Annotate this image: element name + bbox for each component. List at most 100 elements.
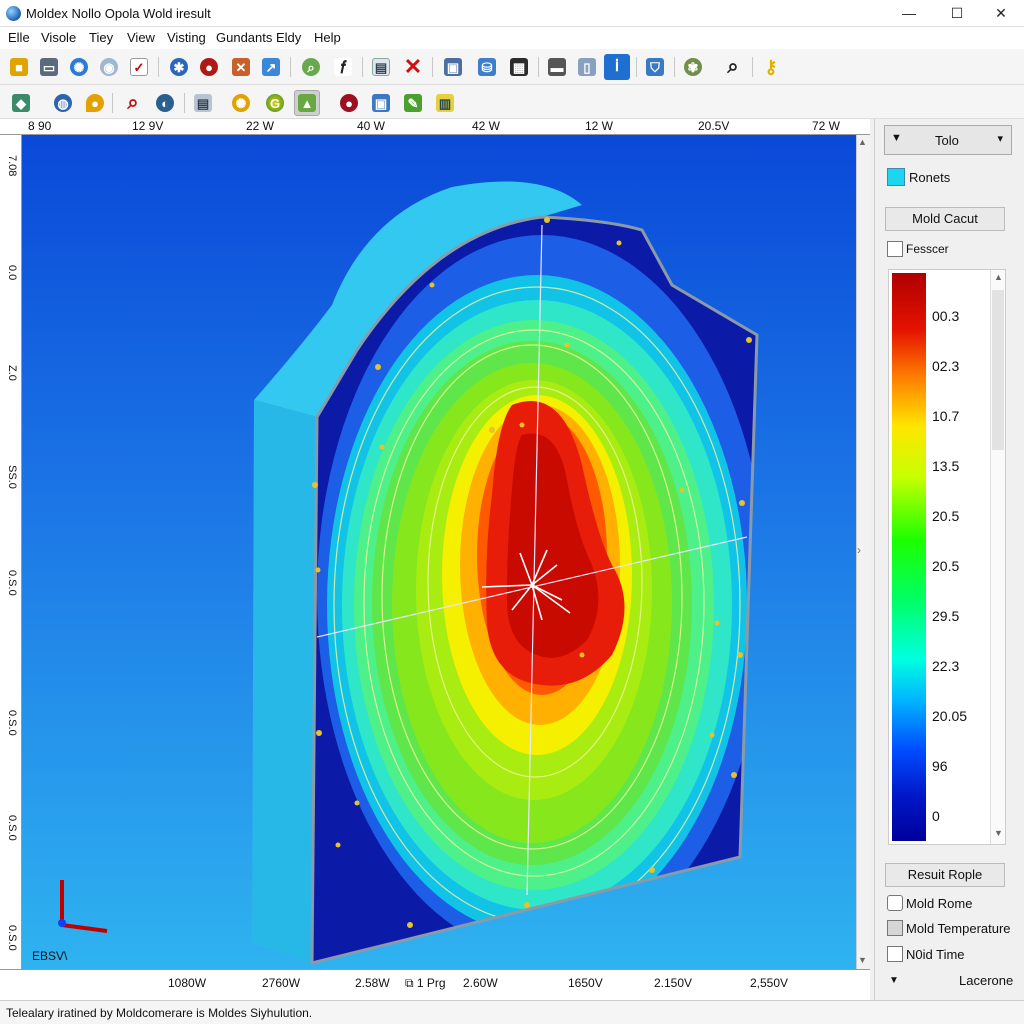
folder-icon[interactable]: ■ [6, 54, 32, 80]
ruler-label: 40 W [357, 119, 386, 133]
terminal-icon[interactable]: ▯ [574, 54, 600, 80]
ruler-label: 0.S.0 [6, 925, 18, 951]
mold-rome-option[interactable]: Mold Rome [887, 893, 972, 913]
red-sphere-icon[interactable]: ● [196, 54, 222, 80]
scroll-down-icon[interactable]: ▼ [994, 828, 1003, 838]
scroll-up-icon[interactable]: ▲ [858, 137, 867, 147]
void-time-checkbox[interactable] [887, 946, 903, 962]
menu-gundants[interactable]: Gundants [216, 30, 272, 45]
ruler-label: 0.0 [6, 265, 18, 281]
cube-icon[interactable]: ▣ [368, 90, 394, 116]
spiral-icon[interactable]: ✾ [680, 54, 706, 80]
document-icon[interactable]: ▤ [368, 54, 394, 80]
tool-icon[interactable]: ✕ [228, 54, 254, 80]
simulation-viewport[interactable]: EBSV\ [22, 135, 856, 969]
sphere-icon[interactable]: ◐ [152, 90, 178, 116]
shield-icon[interactable]: ⛉ [642, 54, 668, 80]
ruler-label: SS.0 [6, 465, 18, 489]
fesscr-option[interactable]: Fesscer [887, 239, 949, 259]
scroll-down-icon[interactable]: ▼ [858, 955, 867, 965]
ruler-label: 7.08 [6, 155, 18, 177]
chevron-down-icon: ▾ [997, 133, 1003, 145]
mold-temperature-option[interactable]: Mold Temperature [887, 918, 1011, 938]
ruler-label: 20.5V [698, 119, 730, 133]
legend-value: 20.5 [932, 558, 960, 574]
fesscr-checkbox[interactable] [887, 241, 903, 257]
key-icon[interactable]: ⚷ [758, 54, 784, 80]
temperature-contours [317, 235, 757, 955]
legend-scrollbar[interactable]: ▲ ▼ [990, 270, 1005, 844]
zoom-icon[interactable]: ⌕ [120, 90, 146, 116]
scroll-up-icon[interactable]: ▲ [994, 272, 1003, 282]
check-icon[interactable]: ✓ [126, 54, 152, 80]
view-select-value: Tolo [935, 133, 959, 148]
ruler-label: Z.0 [6, 365, 18, 381]
corner-label: EBSV\ [32, 949, 68, 963]
expand-down-icon[interactable]: ▼ [889, 975, 899, 986]
chart-icon[interactable]: ▥ [432, 90, 458, 116]
cursor-icon[interactable]: ↗ [258, 54, 284, 80]
legend-value: 00.3 [932, 308, 960, 324]
menu-visole[interactable]: Visole [41, 30, 76, 45]
close-red-icon[interactable]: ✕ [400, 54, 426, 80]
menu-file[interactable]: Elle [8, 30, 30, 45]
toolbar-separator [674, 57, 675, 77]
menu-visting[interactable]: Visting [167, 30, 206, 45]
toolbar-separator [158, 57, 159, 77]
mold-rome-checkbox[interactable] [887, 895, 903, 911]
ronets-option[interactable]: Ronets [887, 167, 950, 187]
page-indicator[interactable]: ⧉ 1 Prg [405, 976, 446, 991]
minimize-button[interactable]: — [886, 0, 932, 27]
result-rople-button[interactable]: Resuit Rople [885, 863, 1005, 887]
ruler-label: 0.S.0 [6, 710, 18, 736]
mold-cacut-button[interactable]: Mold Cacut [885, 207, 1005, 231]
menu-eldy[interactable]: Eldy [276, 30, 301, 45]
toolbar-separator [636, 57, 637, 77]
camera-icon: ⧉ [405, 976, 417, 990]
close-button[interactable]: ✕ [978, 0, 1024, 27]
print-icon[interactable]: ▤ [190, 90, 216, 116]
panel-collapse-icon[interactable]: › [857, 543, 861, 557]
mold-temperature-checkbox[interactable] [887, 920, 903, 936]
grid-icon[interactable]: ▦ [506, 54, 532, 80]
ruler-label: 1080W [168, 976, 207, 990]
flag-icon[interactable]: ▬ [544, 54, 570, 80]
menu-help[interactable]: Help [314, 30, 341, 45]
info-icon[interactable]: ⅰ [604, 54, 630, 80]
void-time-label: N0id Time [906, 946, 965, 962]
title-bar: Moldex Nollo Opola Wold iresult — ☐ ✕ [0, 0, 1024, 27]
globe-icon[interactable]: ◍ [50, 90, 76, 116]
menu-tiey[interactable]: Tiey [89, 30, 113, 45]
legend-scroll-thumb[interactable] [992, 290, 1004, 450]
pen-icon[interactable]: ✎ [400, 90, 426, 116]
legend-value: 96 [932, 758, 948, 774]
ruler-label: 2.60W [463, 976, 498, 990]
ruler-label: 1650V [568, 976, 603, 990]
gear-globe-icon[interactable]: ✺ [66, 54, 92, 80]
flask-icon[interactable]: ▲ [294, 90, 320, 116]
window-icon[interactable]: ▭ [36, 54, 62, 80]
legend-value: 29.5 [932, 608, 960, 624]
database-icon[interactable]: ⛁ [474, 54, 500, 80]
disc-icon[interactable]: ◉ [96, 54, 122, 80]
legend-value: 0 [932, 808, 940, 824]
mesh-icon[interactable]: ◆ [8, 90, 34, 116]
legend-value: 20.05 [932, 708, 968, 724]
search-green-icon[interactable]: ⌕ [298, 54, 324, 80]
view-select[interactable]: ▼ Tolo ▾ [884, 125, 1012, 155]
dropdown-left-icon: ▼ [891, 132, 902, 144]
lock-icon[interactable]: ▣ [440, 54, 466, 80]
results-side-panel: ▼ Tolo ▾ Ronets Mold Cacut Fesscer 00.3 … [874, 119, 1024, 1000]
ruler-label: 2,550V [750, 976, 789, 990]
gradient-sphere-icon[interactable]: G [262, 90, 288, 116]
search-icon[interactable]: ⌕ [720, 54, 746, 80]
red-ball-icon[interactable]: ● [336, 90, 362, 116]
toolbar-separator [362, 57, 363, 77]
maximize-button[interactable]: ☐ [934, 0, 980, 27]
pin-icon[interactable]: ● [82, 90, 108, 116]
menu-view[interactable]: View [127, 30, 155, 45]
function-icon[interactable]: 𝑓 [330, 54, 356, 80]
void-time-option[interactable]: N0id Time [887, 944, 965, 964]
atom-icon[interactable]: ✱ [166, 54, 192, 80]
sun-icon[interactable]: ✺ [228, 90, 254, 116]
